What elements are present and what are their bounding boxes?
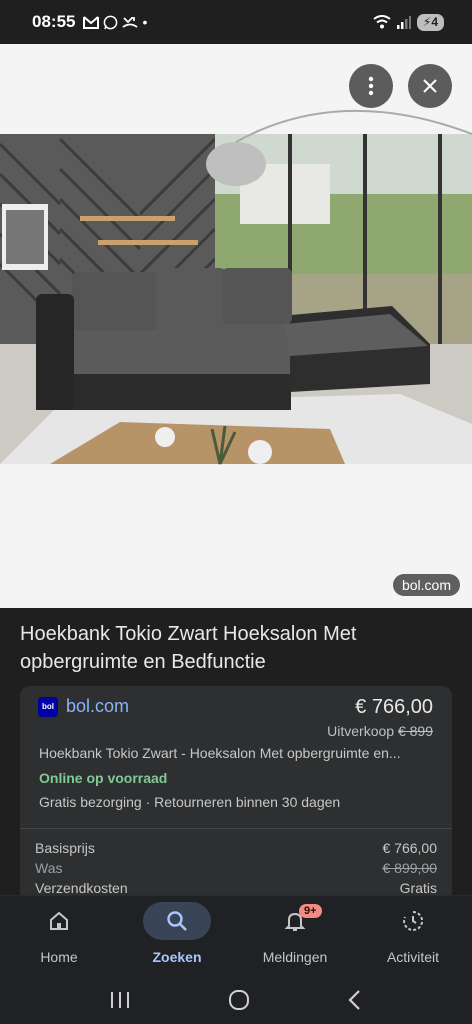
nav-notifications[interactable]: 9+ Meldingen xyxy=(236,902,354,965)
close-icon xyxy=(423,79,437,93)
status-right: ⚡ 4 xyxy=(373,13,444,31)
sale-info: Uitverkoop € 899 xyxy=(327,723,433,739)
dot-icon: • xyxy=(142,14,148,30)
whatsapp-icon xyxy=(104,15,118,29)
close-button[interactable] xyxy=(408,64,452,108)
bol-logo-icon: bol xyxy=(38,696,58,717)
divider xyxy=(20,828,452,829)
history-icon xyxy=(403,910,424,931)
row-label: Was xyxy=(35,860,63,876)
recent-apps-icon[interactable] xyxy=(109,990,131,1010)
nav-search-label: Zoeken xyxy=(152,949,202,965)
product-image[interactable] xyxy=(0,44,472,608)
merchant-name[interactable]: bol.com xyxy=(66,696,129,717)
offer-description: Hoekbank Tokio Zwart - Hoeksalon Met opb… xyxy=(39,745,401,761)
row-value: € 899,00 xyxy=(382,860,438,876)
row-label: Basisprijs xyxy=(35,840,95,856)
wifi-icon xyxy=(373,15,391,29)
sale-label: Uitverkoop xyxy=(327,723,395,739)
merchant-header: bol bol.com xyxy=(38,696,129,717)
nav-notifications-label: Meldingen xyxy=(262,949,328,965)
shipping-info: Gratis bezorging · Retourneren binnen 30… xyxy=(39,794,341,810)
notification-icons: • xyxy=(83,14,147,30)
image-viewer[interactable]: bol.com xyxy=(0,44,472,608)
price-row-shipping: Verzendkosten Gratis xyxy=(35,880,437,896)
more-vert-icon xyxy=(368,76,374,96)
image-source-chip[interactable]: bol.com xyxy=(392,574,460,596)
search-icon xyxy=(167,911,187,931)
battery-level: 4 xyxy=(431,15,438,29)
row-value: € 766,00 xyxy=(382,840,438,856)
nav-home[interactable]: Home xyxy=(0,902,118,965)
price-row-base: Basisprijs € 766,00 xyxy=(35,840,437,856)
status-bar: 08:55 • ⚡ 4 xyxy=(0,0,472,44)
system-navigation xyxy=(0,975,472,1024)
signal-icon xyxy=(396,16,411,29)
price-row-was: Was € 899,00 xyxy=(35,860,437,876)
home-gesture-icon[interactable] xyxy=(228,989,250,1011)
was-price: € 899 xyxy=(397,723,433,739)
more-options-button[interactable] xyxy=(349,64,393,108)
nav-activity-label: Activiteit xyxy=(386,949,440,965)
bottom-navigation: Home Zoeken 9+ Meldingen Activiteit xyxy=(0,895,472,975)
battery-indicator: ⚡ 4 xyxy=(416,13,444,31)
home-icon xyxy=(50,911,68,930)
nav-home-label: Home xyxy=(40,949,78,965)
missed-call-icon xyxy=(122,17,139,28)
row-label: Verzendkosten xyxy=(35,880,128,896)
nav-activity[interactable]: Activiteit xyxy=(354,902,472,965)
stock-status: Online op voorraad xyxy=(39,770,168,786)
gmail-icon xyxy=(83,15,100,29)
offer-price: € 766,00 xyxy=(355,696,433,718)
status-time: 08:55 xyxy=(32,12,76,31)
nav-search[interactable]: Zoeken xyxy=(118,902,236,965)
product-title[interactable]: Hoekbank Tokio Zwart Hoeksalon Met opber… xyxy=(20,620,450,676)
row-value: Gratis xyxy=(399,880,437,896)
offer-card[interactable]: bol bol.com € 766,00 Uitverkoop € 899 Ho… xyxy=(20,686,452,902)
notification-badge: 9+ xyxy=(299,904,322,918)
back-icon[interactable] xyxy=(347,989,363,1011)
